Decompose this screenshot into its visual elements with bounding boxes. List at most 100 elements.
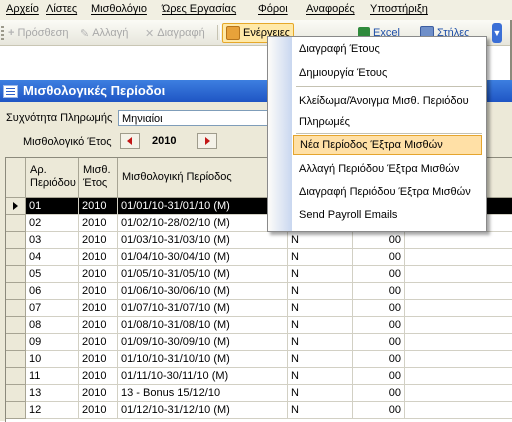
table-cell[interactable]: 01/04/10-30/04/10 (M) <box>118 249 288 266</box>
table-cell[interactable]: 00 <box>353 232 405 249</box>
table-cell[interactable]: 06 <box>26 283 79 300</box>
table-cell[interactable] <box>405 368 512 385</box>
menu-payroll[interactable]: Μισθολόγιο <box>91 3 147 15</box>
menu-item-lock-period[interactable]: Κλείδωμα/Άνοιγμα Μισθ. Περιόδου <box>293 91 482 111</box>
add-button[interactable]: + Πρόσθεση <box>8 25 68 41</box>
table-cell[interactable]: 00 <box>353 266 405 283</box>
table-cell[interactable]: 00 <box>353 402 405 419</box>
table-cell[interactable]: 00 <box>353 300 405 317</box>
table-cell[interactable]: N <box>288 266 353 283</box>
row-selector[interactable] <box>6 300 26 317</box>
row-selector[interactable] <box>6 351 26 368</box>
table-cell[interactable]: N <box>288 334 353 351</box>
table-cell[interactable]: 00 <box>353 249 405 266</box>
table-cell[interactable]: 04 <box>26 249 79 266</box>
table-cell[interactable]: 07 <box>26 300 79 317</box>
table-cell[interactable]: N <box>288 317 353 334</box>
table-cell[interactable] <box>405 300 512 317</box>
frequency-select[interactable]: Μηνιαίοι <box>118 110 268 126</box>
prev-year-button[interactable] <box>120 133 140 149</box>
table-cell[interactable]: 01/12/10-31/12/10 (M) <box>118 402 288 419</box>
table-cell[interactable]: 11 <box>26 368 79 385</box>
table-cell[interactable]: 00 <box>353 385 405 402</box>
table-cell[interactable]: 01/02/10-28/02/10 (M) <box>118 215 288 232</box>
table-cell[interactable]: 01/08/10-31/08/10 (M) <box>118 317 288 334</box>
menu-support[interactable]: Υποστήριξη <box>370 3 428 15</box>
table-cell[interactable]: 2010 <box>79 232 118 249</box>
table-cell[interactable]: 2010 <box>79 300 118 317</box>
table-cell[interactable] <box>405 249 512 266</box>
table-cell[interactable] <box>405 317 512 334</box>
delete-button[interactable]: ✕ Διαγραφή <box>145 25 205 41</box>
table-cell[interactable]: 2010 <box>79 385 118 402</box>
table-cell[interactable]: 01/10/10-31/10/10 (M) <box>118 351 288 368</box>
row-selector[interactable] <box>6 317 26 334</box>
table-cell[interactable]: 2010 <box>79 266 118 283</box>
table-cell[interactable]: 01 <box>26 198 79 215</box>
table-cell[interactable]: 01/07/10-31/07/10 (M) <box>118 300 288 317</box>
table-cell[interactable]: N <box>288 402 353 419</box>
table-cell[interactable]: 01/11/10-30/11/10 (M) <box>118 368 288 385</box>
table-cell[interactable]: 2010 <box>79 283 118 300</box>
table-cell[interactable]: 00 <box>353 317 405 334</box>
menu-item-new-extra-period[interactable]: Νέα Περίοδος Έξτρα Μισθών <box>293 135 482 155</box>
table-cell[interactable] <box>405 334 512 351</box>
table-cell[interactable]: 2010 <box>79 198 118 215</box>
table-cell[interactable] <box>405 402 512 419</box>
next-year-button[interactable] <box>197 133 217 149</box>
menu-item-edit-extra-period[interactable]: Αλλαγή Περιόδου Έξτρα Μισθών <box>293 159 482 179</box>
menu-item-create-year[interactable]: Δημιουργία Έτους <box>293 63 482 83</box>
table-cell[interactable]: 00 <box>353 368 405 385</box>
table-cell[interactable]: 10 <box>26 351 79 368</box>
menu-item-send-payroll-emails[interactable]: Send Payroll Emails <box>293 205 482 225</box>
table-cell[interactable]: 01/06/10-30/06/10 (M) <box>118 283 288 300</box>
menu-taxes[interactable]: Φόροι <box>258 3 288 15</box>
table-cell[interactable]: 2010 <box>79 351 118 368</box>
table-cell[interactable]: 2010 <box>79 402 118 419</box>
table-cell[interactable]: 12 <box>26 402 79 419</box>
header-payroll-year[interactable]: Μισθ. Έτος <box>79 158 118 198</box>
table-cell[interactable]: 2010 <box>79 368 118 385</box>
table-cell[interactable]: 08 <box>26 317 79 334</box>
menu-lists[interactable]: Λίστες <box>46 3 77 15</box>
table-cell[interactable]: N <box>288 385 353 402</box>
row-selector[interactable] <box>6 368 26 385</box>
table-cell[interactable]: 01/01/10-31/01/10 (M) <box>118 198 288 215</box>
toolbar-grip[interactable] <box>1 26 4 40</box>
menu-work-hours[interactable]: Ώρες Εργασίας <box>162 3 236 15</box>
table-cell[interactable]: N <box>288 249 353 266</box>
table-cell[interactable]: 01/09/10-30/09/10 (M) <box>118 334 288 351</box>
menu-reports[interactable]: Αναφορές <box>306 3 355 15</box>
menu-item-delete-extra-period[interactable]: Διαγραφή Περιόδου Έξτρα Μισθών <box>293 182 482 202</box>
table-cell[interactable]: N <box>288 232 353 249</box>
row-selector[interactable] <box>6 266 26 283</box>
table-cell[interactable]: 00 <box>353 351 405 368</box>
toolbar-overflow-icon[interactable]: ▼ <box>492 23 502 43</box>
row-selector[interactable] <box>6 385 26 402</box>
row-selector[interactable] <box>6 249 26 266</box>
table-cell[interactable]: 09 <box>26 334 79 351</box>
table-cell[interactable]: 01/05/10-31/05/10 (M) <box>118 266 288 283</box>
table-cell[interactable] <box>405 351 512 368</box>
header-payroll-period[interactable]: Μισθολογική Περίοδος <box>118 158 288 198</box>
table-cell[interactable]: 2010 <box>79 334 118 351</box>
table-cell[interactable]: 2010 <box>79 215 118 232</box>
table-cell[interactable] <box>405 385 512 402</box>
row-selector[interactable] <box>6 215 26 232</box>
row-selector[interactable] <box>6 283 26 300</box>
table-cell[interactable]: N <box>288 283 353 300</box>
table-cell[interactable] <box>405 266 512 283</box>
table-cell[interactable]: 2010 <box>79 249 118 266</box>
table-cell[interactable]: 00 <box>353 334 405 351</box>
row-selector[interactable] <box>6 232 26 249</box>
edit-button[interactable]: ✎ Αλλαγή <box>80 25 128 41</box>
table-cell[interactable]: 2010 <box>79 317 118 334</box>
header-period-no[interactable]: Αρ. Περιόδου <box>26 158 79 198</box>
row-selector[interactable] <box>6 334 26 351</box>
table-cell[interactable]: N <box>288 351 353 368</box>
table-cell[interactable]: 00 <box>353 283 405 300</box>
menu-file[interactable]: Αρχείο <box>6 3 39 15</box>
table-cell[interactable]: 13 <box>26 385 79 402</box>
table-cell[interactable] <box>405 232 512 249</box>
table-cell[interactable] <box>405 283 512 300</box>
